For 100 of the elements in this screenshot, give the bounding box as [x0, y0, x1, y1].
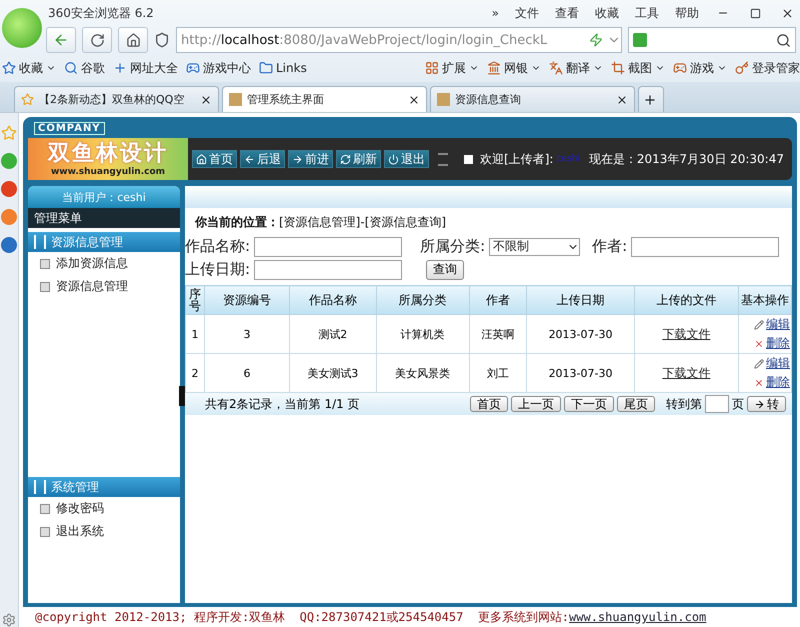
- edit-link[interactable]: 编辑: [754, 355, 790, 372]
- page-button[interactable]: 尾页: [617, 396, 655, 412]
- edit-link[interactable]: 编辑: [754, 316, 790, 333]
- close-tab-icon[interactable]: [408, 94, 420, 106]
- record-summary: 共有2条记录，当前第 1/1 页: [205, 396, 360, 412]
- bullet-icon: [40, 504, 50, 514]
- bookmark-item[interactable]: 收藏: [2, 60, 56, 76]
- website-link[interactable]: www.shuangyulin.com: [569, 610, 706, 624]
- menu-item[interactable]: 收藏: [590, 4, 624, 22]
- toolbar-item[interactable]: 扩展: [425, 60, 479, 76]
- breadcrumb: 你当前的位置：[资源信息管理]-[资源信息查询]: [194, 214, 448, 231]
- menu-item[interactable]: »: [486, 6, 504, 20]
- column-header: 作者: [469, 286, 527, 314]
- close-tab-icon[interactable]: [616, 94, 628, 106]
- toolbar-button[interactable]: 退出: [384, 150, 429, 168]
- menu-item[interactable]: 修改密码: [28, 497, 180, 520]
- current-user-text: 当前用户：ceshi: [28, 186, 180, 208]
- menu-item[interactable]: 帮助: [670, 4, 704, 22]
- table-cell: 测试2: [290, 314, 376, 354]
- author-input[interactable]: [631, 236, 780, 256]
- translate-icon: [549, 61, 563, 75]
- toolbar-button[interactable]: 后退: [240, 150, 285, 168]
- bookmark-item[interactable]: Links: [259, 61, 307, 75]
- collapse-handle[interactable]: [179, 386, 185, 406]
- goto-label: 转到第: [666, 396, 702, 412]
- page-button[interactable]: 上一页: [511, 396, 561, 412]
- key-icon: [735, 61, 749, 75]
- table-cell: 汪英啊: [469, 314, 527, 354]
- refresh-icon: [340, 154, 351, 164]
- toolbar-item[interactable]: 截图: [611, 60, 665, 76]
- column-header: 基本操作: [738, 286, 792, 314]
- arrow-right-icon: [292, 154, 303, 164]
- star-icon: [21, 93, 34, 106]
- toolbar-item[interactable]: 网银: [487, 60, 541, 76]
- datetime-text: 现在是：2013年7月30日 20:30:47: [588, 150, 784, 168]
- bookmark-item[interactable]: 谷歌: [64, 60, 105, 76]
- pencil-icon: [754, 320, 764, 330]
- panel-icon: [34, 235, 46, 249]
- toolbar-item[interactable]: 游戏: [673, 60, 727, 76]
- menu-item[interactable]: 资源信息管理: [28, 275, 180, 298]
- browser-tab[interactable]: 【2条新动态】双鱼林的QQ空: [14, 86, 219, 112]
- grid-icon: [425, 61, 439, 75]
- bullet-icon: [40, 282, 50, 292]
- star-icon: [2, 61, 16, 75]
- refresh-icon: [90, 32, 104, 48]
- back-button[interactable]: [46, 27, 76, 53]
- address-field[interactable]: http://localhost:8080/JavaWebProject/login/login_CheckL: [176, 27, 622, 53]
- toolbar-button[interactable]: 前进: [288, 150, 333, 168]
- toolbar-item[interactable]: 登录管家: [735, 60, 800, 76]
- page-icon: [437, 93, 450, 106]
- table-cell: 2: [186, 354, 204, 392]
- settings-icon[interactable]: [2, 613, 16, 627]
- site-logo: 双鱼林设计 www.shuangyulin.com: [28, 138, 188, 180]
- refresh-button[interactable]: [82, 27, 112, 53]
- search-button[interactable]: 查询: [426, 260, 464, 280]
- column-header: 上传的文件: [634, 286, 738, 314]
- name-input[interactable]: [254, 236, 402, 256]
- toolbar-button[interactable]: 刷新: [336, 150, 381, 168]
- home-button[interactable]: [118, 27, 148, 53]
- arrow-right-icon: [754, 398, 765, 410]
- arrow-left-icon: [244, 154, 255, 164]
- menu-group-header[interactable]: 资源信息管理: [28, 232, 180, 252]
- bookmark-item[interactable]: 游戏中心: [186, 60, 251, 76]
- bookmark-item[interactable]: 网址大全: [113, 60, 178, 76]
- date-input[interactable]: [254, 260, 402, 280]
- pencil-icon: [754, 358, 764, 368]
- menu-item[interactable]: 查看: [550, 4, 584, 22]
- menu-item[interactable]: 文件: [510, 4, 544, 22]
- field-label: 所属分类:: [420, 237, 486, 256]
- page-unit-label: 页: [732, 396, 744, 412]
- download-link[interactable]: 下载文件: [662, 326, 710, 340]
- browser-logo-icon: [2, 8, 42, 48]
- company-label: COMPANY: [34, 122, 105, 135]
- page-button[interactable]: 下一页: [564, 396, 614, 412]
- bullet-icon: [40, 526, 50, 536]
- browser-tab[interactable]: 管理系统主界面: [222, 86, 427, 112]
- category-select[interactable]: 不限制: [489, 238, 580, 256]
- circle-icon: [1, 209, 17, 225]
- table-cell: 2013-07-30: [526, 314, 634, 354]
- toolbar-button[interactable]: 首页: [192, 150, 237, 168]
- page-input[interactable]: [705, 395, 729, 413]
- menu-item[interactable]: 工具: [630, 4, 664, 22]
- page-button[interactable]: 首页: [470, 396, 508, 412]
- menu-item[interactable]: 添加资源信息: [28, 252, 180, 275]
- search-icon: [64, 61, 78, 75]
- new-tab-button[interactable]: [638, 86, 664, 112]
- download-link[interactable]: 下载文件: [662, 366, 710, 380]
- bullet-icon: [40, 258, 50, 268]
- maximize-icon: [750, 8, 760, 18]
- go-button[interactable]: 转: [747, 396, 786, 412]
- toolbar-item[interactable]: 翻译: [549, 60, 603, 76]
- close-tab-icon[interactable]: [200, 94, 212, 106]
- delete-link[interactable]: 删除: [754, 374, 790, 391]
- delete-link[interactable]: 删除: [754, 335, 790, 352]
- menu-group-header[interactable]: 系统管理: [28, 477, 180, 497]
- search-field[interactable]: [628, 27, 796, 53]
- arrow-left-icon: [53, 32, 69, 48]
- browser-tab[interactable]: 资源信息查询: [430, 86, 635, 112]
- menu-item[interactable]: 退出系统: [28, 520, 180, 543]
- table-cell: 3: [204, 314, 290, 354]
